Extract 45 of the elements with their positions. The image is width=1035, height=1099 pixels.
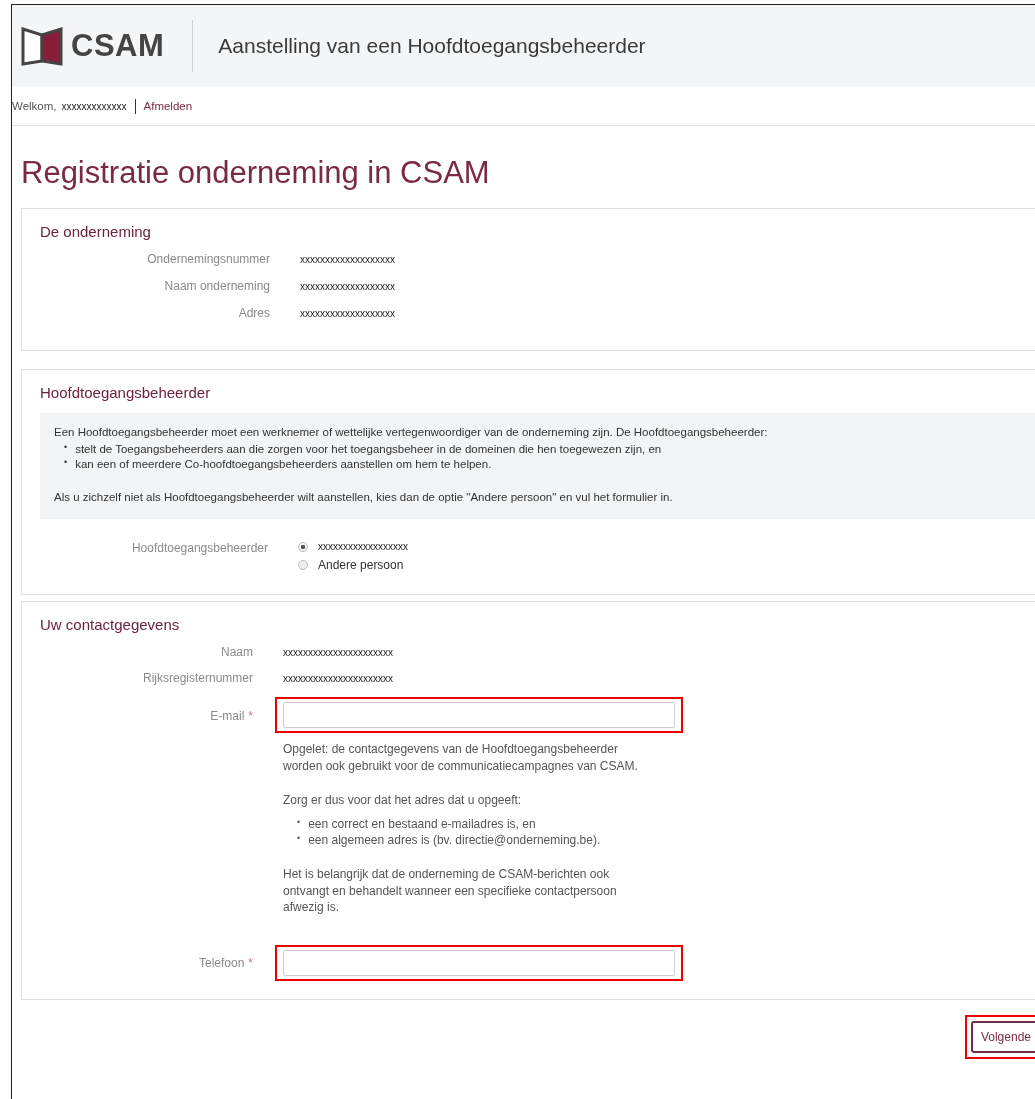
field-label: Hoofdtoegangsbeheerder [130,540,268,555]
field-value: xxxxxxxxxxxxxxxxxxx [300,281,396,293]
option-label: xxxxxxxxxxxxxxxxxx [318,541,408,553]
info-bullet: kan een of meerdere Co-hoofdtoegangsbeheerders aanstellen om hem te helpen. [75,457,492,472]
field-label: Adres [237,306,270,321]
logo-icon [21,26,63,66]
next-button[interactable]: Volgende [970,1020,1035,1053]
bullet-mark: • [297,816,301,829]
help-text: Opgelet: de contactgegevens van de Hoofdtoegangsbeheerder worden ook gebruikt voor de communicatiecampagnes van CSAM. [283,741,639,774]
page-title: Registratie onderneming in CSAM [21,154,491,192]
option-label: Andere persoon [318,558,404,573]
field-value: xxxxxxxxxxxxxxxxxxxxxx [283,647,394,659]
field-label: Ondernemingsnummer [146,252,270,267]
help-text: Het is belangrijk dat de onderneming de CSAM-berichten ook ontvangt en behandelt wanneer een specifieke contactpersoon afwezig is. [283,866,618,915]
info-text: Als u zichzelf niet als Hoofdtoegangsbeheerder wilt aanstellen, kies dan de optie "Andere persoon" en vul het formulier in. [54,490,674,505]
app-title: Aanstelling van een Hoofdtoegangsbeheerder [218,34,646,58]
field-label: E-mail [210,708,245,723]
logout-link[interactable]: Afmelden [143,100,193,112]
required-mark: * [248,708,253,723]
help-bullet: een algemeen adres is (bv. directie@onderneming.be). [308,832,601,849]
bullet-mark: • [64,442,68,455]
section-title: Hoofdtoegangsbeheerder [40,384,212,402]
user-name: xxxxxxxxxxxxx [61,100,127,112]
bullet-mark: • [64,457,68,470]
input-field[interactable] [283,949,675,976]
info-text: Een Hoofdtoegangsbeheerder moet een werknemer of wettelijke vertegenwoordiger van de onderneming zijn. De Hoofdtoegangsbeheerder: [54,425,769,441]
field-value: xxxxxxxxxxxxxxxxxxx [300,254,396,266]
required-mark: * [248,956,253,971]
info-bullet: stelt de Toegangsbeheerders aan die zorgen voor het toegangsbeheer in de domeinen die hen toegewezen zijn, en [75,442,662,458]
section-title: De onderneming [40,223,152,241]
field-value: xxxxxxxxxxxxxxxxxxx [300,308,396,320]
field-label: Naam onderneming [163,279,270,294]
field-label: Naam [220,645,253,660]
field-label: Telefoon [198,956,245,971]
help-text: Zorg er dus voor dat het adres dat u opgeeft: [283,791,523,808]
input-field[interactable] [283,702,675,729]
radio-button[interactable] [298,560,308,571]
logo-text: CSAM [71,28,165,64]
help-bullet: een correct en bestaand e-mailadres is, en [308,816,536,833]
section-title: Uw contactgegevens [40,616,181,634]
bullet-mark: • [297,832,301,846]
field-label: Rijksregisternummer [141,671,253,686]
radio-button[interactable] [298,541,308,552]
greeting-text: Welkom, [12,100,57,112]
field-value: xxxxxxxxxxxxxxxxxxxxxx [283,673,394,685]
